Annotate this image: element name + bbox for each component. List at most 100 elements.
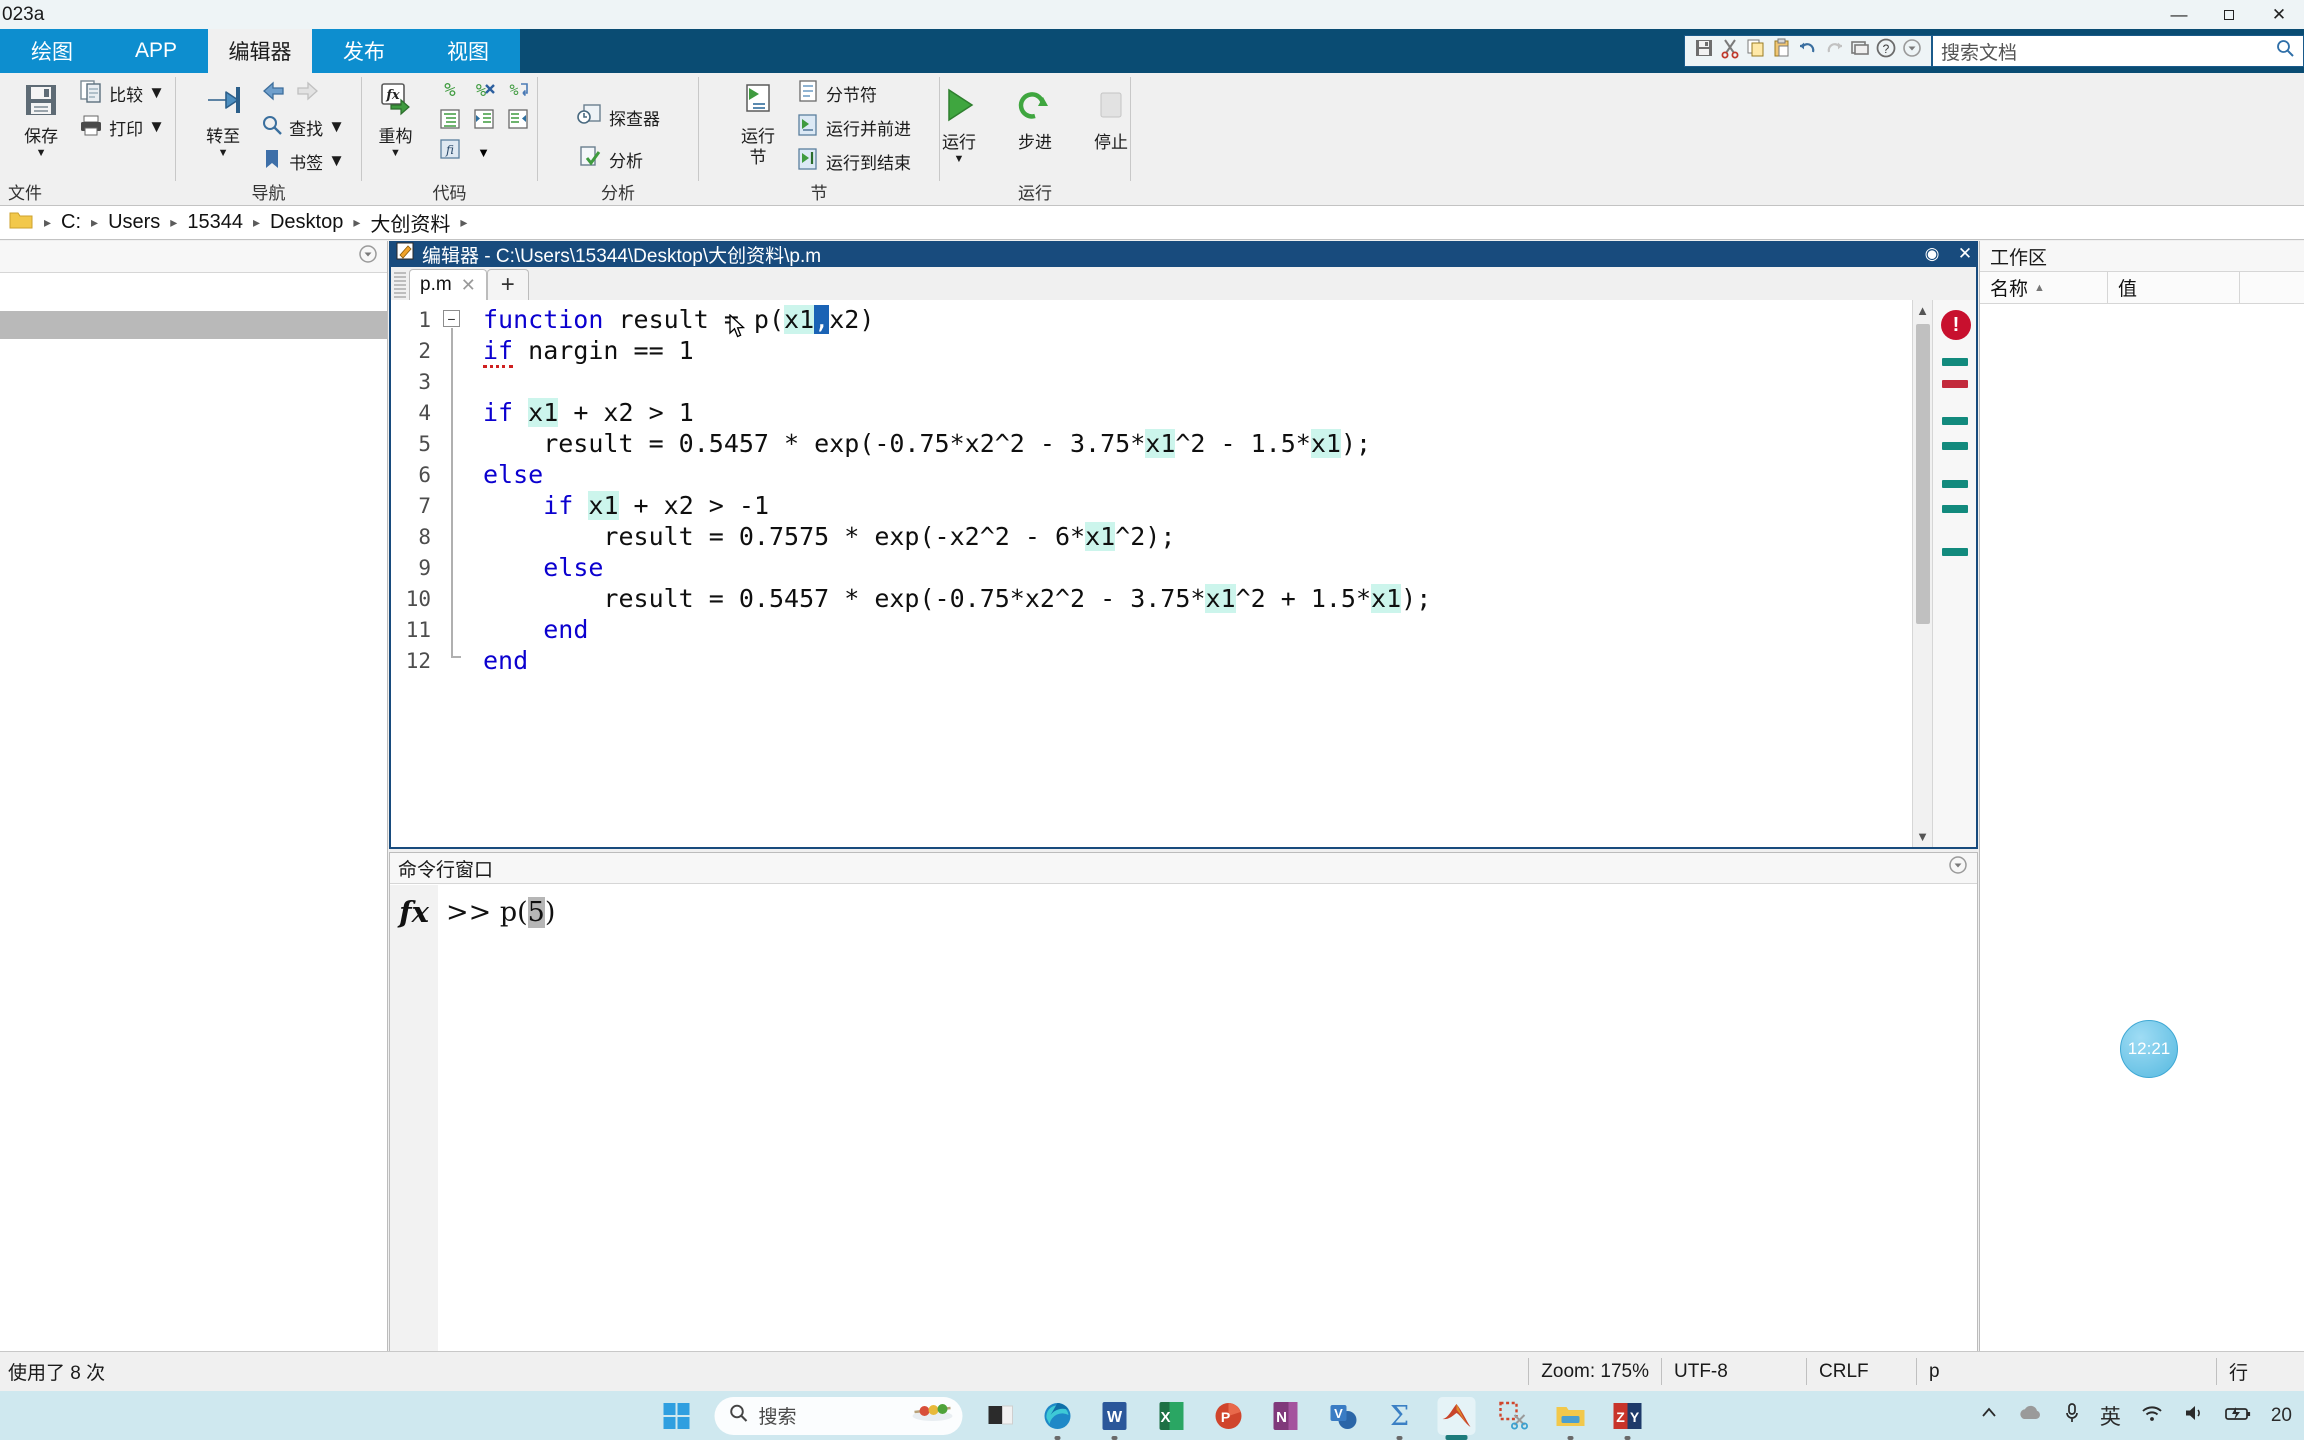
- analyzer-marker[interactable]: [1942, 380, 1968, 388]
- scroll-down-arrow[interactable]: ▼: [1913, 826, 1932, 847]
- cut-icon[interactable]: [1719, 37, 1741, 65]
- code-line-4[interactable]: if x1 + x2 > 1: [483, 397, 694, 428]
- scroll-up-arrow[interactable]: ▲: [1913, 300, 1932, 321]
- comment-icon[interactable]: %: [437, 77, 463, 107]
- floating-clock-widget[interactable]: 12:21: [2120, 1020, 2178, 1078]
- new-file-tab-button[interactable]: +: [487, 269, 529, 300]
- battery-icon[interactable]: [2224, 1403, 2252, 1429]
- edge-icon[interactable]: [1039, 1397, 1077, 1435]
- print-button[interactable]: 打印 ▼: [78, 111, 165, 143]
- close-button[interactable]: ✕: [2254, 0, 2304, 29]
- code-line-7[interactable]: if x1 + x2 > -1: [483, 490, 769, 521]
- layout-icon[interactable]: [1849, 37, 1871, 65]
- code-line-12[interactable]: end: [483, 645, 528, 676]
- command-prompt-line[interactable]: >> p(5): [438, 885, 1977, 1390]
- compare-button[interactable]: 比较 ▼: [78, 77, 165, 109]
- step-button[interactable]: 步进: [1004, 81, 1066, 153]
- run-button[interactable]: 运行 ▼: [928, 81, 990, 165]
- folder-list-selected-row[interactable]: [0, 311, 387, 339]
- back-icon[interactable]: [260, 79, 288, 108]
- save-button[interactable]: 保存 ▼: [10, 77, 72, 159]
- task-view-icon[interactable]: [982, 1397, 1020, 1435]
- editor-vertical-scrollbar[interactable]: ▲ ▼: [1912, 300, 1932, 847]
- bookmark-button[interactable]: 书签 ▼: [260, 145, 345, 177]
- visio-icon[interactable]: V: [1324, 1397, 1362, 1435]
- run-advance-button[interactable]: 运行并前进: [795, 111, 911, 143]
- fold-toggle-icon[interactable]: −: [443, 310, 460, 327]
- taskbar-clock[interactable]: 20: [2271, 1405, 2292, 1427]
- excel-icon[interactable]: X: [1153, 1397, 1191, 1435]
- command-fx-column[interactable]: fx: [390, 885, 438, 1390]
- breadcrumb-user[interactable]: 15344: [187, 211, 243, 234]
- code-line-3[interactable]: [483, 366, 498, 397]
- copy-icon[interactable]: [1745, 37, 1767, 65]
- uncomment-icon[interactable]: %: [471, 77, 497, 107]
- code-text-area[interactable]: function result = p(x1,x2) if nargin == …: [465, 300, 1912, 847]
- analyze-button[interactable]: 分析: [576, 143, 643, 175]
- chevron-down-icon[interactable]: ▼: [954, 153, 965, 165]
- chevron-down-icon[interactable]: ▼: [328, 151, 345, 171]
- chevron-down-icon[interactable]: ▼: [328, 117, 345, 137]
- breadcrumb-desktop[interactable]: Desktop: [270, 211, 343, 234]
- help-icon[interactable]: ?: [1875, 37, 1897, 65]
- zy-icon[interactable]: ZY: [1609, 1397, 1647, 1435]
- status-line-ending[interactable]: CRLF: [1806, 1358, 1916, 1385]
- minimize-button[interactable]: —: [2154, 0, 2204, 29]
- breadcrumb-folder[interactable]: 大创资料: [370, 208, 450, 237]
- tab-view[interactable]: 视图: [416, 29, 520, 73]
- run-to-end-button[interactable]: 运行到结束: [795, 145, 911, 177]
- code-line-2[interactable]: if nargin == 1: [483, 335, 694, 366]
- tab-editor[interactable]: 编辑器: [208, 29, 312, 73]
- windows-start-icon[interactable]: [658, 1397, 696, 1435]
- close-icon[interactable]: ✕: [461, 275, 476, 296]
- fx-icon[interactable]: fx: [399, 895, 429, 929]
- volume-icon[interactable]: [2183, 1403, 2205, 1429]
- breadcrumb-users[interactable]: Users: [108, 211, 160, 234]
- chevron-down-icon[interactable]: ▼: [148, 83, 165, 103]
- code-line-6[interactable]: else: [483, 459, 543, 490]
- panel-options-icon[interactable]: [357, 243, 379, 271]
- onedrive-icon[interactable]: [2018, 1403, 2044, 1429]
- code-line-11[interactable]: end: [483, 614, 588, 645]
- word-icon[interactable]: W: [1096, 1397, 1134, 1435]
- workspace-column-extra[interactable]: [2240, 272, 2304, 303]
- profiler-button[interactable]: 探查器: [576, 101, 660, 133]
- code-line-5[interactable]: result = 0.5457 * exp(-0.75*x2^2 - 3.75*…: [483, 428, 1371, 459]
- paste-icon[interactable]: [1771, 37, 1793, 65]
- analyzer-marker[interactable]: [1942, 417, 1968, 425]
- analyzer-marker[interactable]: [1942, 505, 1968, 513]
- indent-icon[interactable]: [437, 107, 463, 137]
- command-text-selected[interactable]: 5: [528, 897, 545, 928]
- workspace-column-name[interactable]: 名称 ▲: [1980, 272, 2108, 303]
- more-icon[interactable]: [1901, 37, 1923, 65]
- chevron-down-icon[interactable]: ▼: [148, 117, 165, 137]
- save-icon[interactable]: [1693, 37, 1715, 65]
- status-encoding[interactable]: UTF-8: [1661, 1358, 1806, 1385]
- snipaste-icon[interactable]: [1495, 1397, 1533, 1435]
- back-forward-group[interactable]: [260, 77, 345, 109]
- editor-undock-button[interactable]: ◉: [1919, 241, 1945, 267]
- code-line-9[interactable]: else: [483, 552, 603, 583]
- analyzer-marker[interactable]: [1942, 442, 1968, 450]
- error-badge-icon[interactable]: !: [1941, 310, 1971, 340]
- onenote-icon[interactable]: N: [1267, 1397, 1305, 1435]
- code-line-1[interactable]: function result = p(x1,x2): [483, 304, 874, 335]
- show-hidden-icons-icon[interactable]: [1979, 1403, 1999, 1429]
- chevron-down-icon[interactable]: ▼: [390, 147, 401, 159]
- maximize-button[interactable]: [2204, 0, 2254, 29]
- indent-left-icon[interactable]: [505, 107, 531, 137]
- section-break-button[interactable]: 分节符: [795, 77, 911, 109]
- chevron-down-icon[interactable]: ▼: [218, 147, 229, 159]
- microphone-icon[interactable]: [2063, 1402, 2081, 1430]
- powerpoint-icon[interactable]: P: [1210, 1397, 1248, 1435]
- editor-close-button[interactable]: ✕: [1952, 241, 1978, 267]
- status-zoom[interactable]: Zoom: 175%: [1528, 1358, 1661, 1385]
- scrollbar-thumb[interactable]: [1916, 324, 1930, 624]
- search-docs-input[interactable]: 搜索文档: [1941, 38, 2017, 65]
- refactor-button[interactable]: fx 重构 ▼: [365, 77, 427, 159]
- analyzer-marker[interactable]: [1942, 480, 1968, 488]
- code-line-10[interactable]: result = 0.5457 * exp(-0.75*x2^2 - 3.75*…: [483, 583, 1431, 614]
- workspace-column-value[interactable]: 值: [2108, 272, 2240, 303]
- wrap-comment-icon[interactable]: %: [505, 77, 531, 107]
- breadcrumb-drive[interactable]: C:: [61, 211, 81, 234]
